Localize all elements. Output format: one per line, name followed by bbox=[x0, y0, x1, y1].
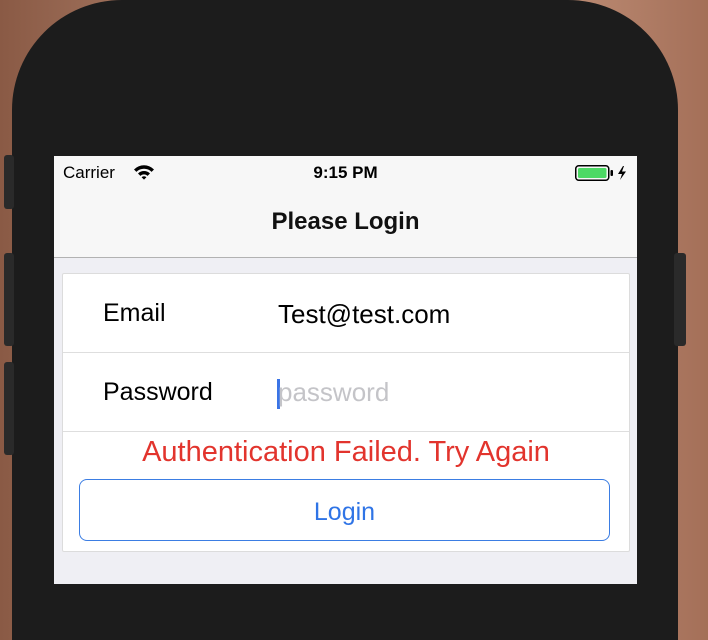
volume-down-button bbox=[4, 362, 14, 455]
mute-switch bbox=[4, 155, 14, 209]
login-form: Email Test@test.com Password password Au… bbox=[62, 273, 630, 552]
password-field[interactable]: password bbox=[278, 377, 389, 408]
page-title: Please Login bbox=[271, 208, 420, 235]
password-row: Password password bbox=[63, 353, 629, 432]
status-bar: Carrier 9:15 PM bbox=[54, 156, 637, 188]
battery-charging-icon bbox=[575, 165, 631, 186]
email-field[interactable]: Test@test.com bbox=[278, 299, 450, 330]
clock: 9:15 PM bbox=[313, 163, 378, 182]
error-message: Authentication Failed. Try Again bbox=[142, 436, 550, 468]
power-button bbox=[674, 253, 686, 346]
email-label: Email bbox=[103, 299, 166, 327]
navigation-bar: Please Login bbox=[54, 188, 637, 258]
phone-screen: Carrier 9:15 PM Please Login Email Test@… bbox=[54, 156, 637, 584]
volume-up-button bbox=[4, 253, 14, 346]
login-button[interactable]: Login bbox=[79, 479, 610, 541]
password-label: Password bbox=[103, 378, 213, 406]
email-row: Email Test@test.com bbox=[63, 274, 629, 353]
